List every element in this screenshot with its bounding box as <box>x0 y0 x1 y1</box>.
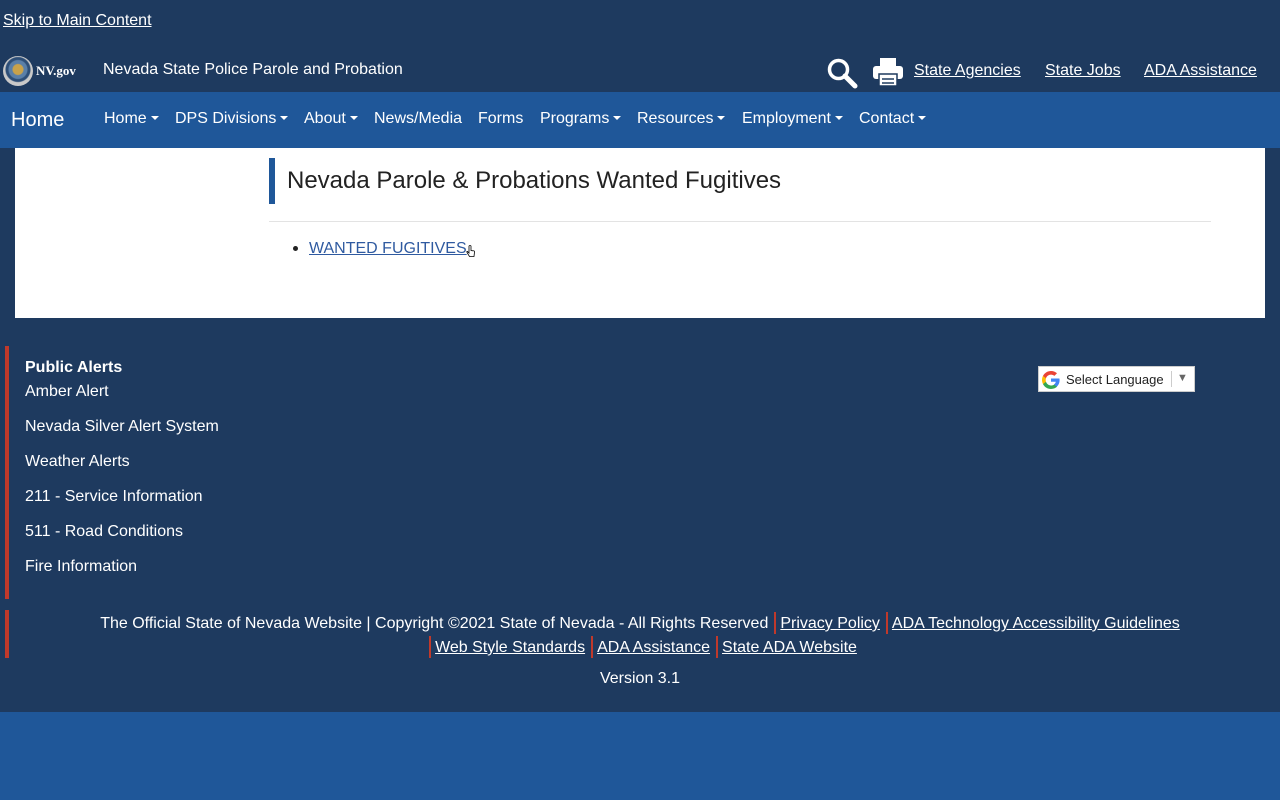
silver-alert-link[interactable]: Nevada Silver Alert System <box>25 418 219 436</box>
nav-item-forms[interactable]: Forms <box>478 110 523 128</box>
nv-gov-logo-text[interactable]: NV.gov <box>36 63 76 79</box>
dropdown-arrow-icon: ▼ <box>1177 372 1188 384</box>
fire-information-link[interactable]: Fire Information <box>25 558 137 576</box>
nav-item-programs[interactable]: Programs <box>540 110 622 128</box>
nav-item-home[interactable]: Home <box>104 110 159 128</box>
caret-down-icon <box>150 116 159 120</box>
version-text: Version 3.1 <box>599 670 681 687</box>
hand-cursor-icon <box>466 245 475 257</box>
site-title: Nevada State Police Parole and Probation <box>103 61 403 78</box>
state-jobs-link[interactable]: State Jobs <box>1045 62 1121 80</box>
main-wrapper: Nevada Parole & Probations Wanted Fugiti… <box>0 148 1280 318</box>
road-conditions-511-link[interactable]: 511 - Road Conditions <box>25 523 183 541</box>
search-icon[interactable] <box>826 57 858 89</box>
nav-item-news-media[interactable]: News/Media <box>374 110 462 128</box>
nav-item-contact[interactable]: Contact <box>859 110 927 128</box>
caret-down-icon <box>349 116 358 120</box>
caret-down-icon <box>918 116 927 120</box>
nav-item-employment[interactable]: Employment <box>742 110 843 128</box>
main-content: Nevada Parole & Probations Wanted Fugiti… <box>15 148 1265 318</box>
caret-down-icon <box>834 116 843 120</box>
link-separator <box>885 612 888 634</box>
amber-alert-link[interactable]: Amber Alert <box>25 383 109 401</box>
ada-tech-guidelines-link[interactable]: ADA Technology Accessibility Guidelines <box>892 615 1180 632</box>
copyright-row: The Official State of Nevada Website | C… <box>0 612 1280 634</box>
language-select-label: Select Language <box>1066 372 1164 387</box>
top-header: Skip to Main Content NV.gov Nevada State… <box>0 0 1280 92</box>
caret-down-icon <box>613 116 622 120</box>
public-alerts-title: Public Alerts <box>25 359 123 376</box>
page-title: Nevada Parole & Probations Wanted Fugiti… <box>287 167 782 194</box>
service-211-link[interactable]: 211 - Service Information <box>25 488 203 506</box>
heading-accent-bar <box>269 158 275 204</box>
wanted-fugitives-link[interactable]: WANTED FUGITIVES <box>309 240 467 258</box>
print-icon[interactable] <box>872 57 904 87</box>
web-style-standards-link[interactable]: Web Style Standards <box>435 639 585 656</box>
state-agencies-link[interactable]: State Agencies <box>914 62 1021 80</box>
nav-brand-home[interactable]: Home <box>11 109 64 132</box>
privacy-policy-link[interactable]: Privacy Policy <box>780 615 880 632</box>
ada-assistance-footer-link[interactable]: ADA Assistance <box>597 639 710 656</box>
link-separator <box>591 636 594 658</box>
alerts-accent-bar <box>5 346 9 599</box>
google-g-icon <box>1042 371 1060 389</box>
copyright-text: The Official State of Nevada Website | C… <box>100 615 769 632</box>
link-separator <box>429 636 432 658</box>
ada-assistance-header-link[interactable]: ADA Assistance <box>1144 62 1257 80</box>
language-select[interactable]: Select Language ▼ <box>1038 366 1195 392</box>
main-navigation: Home Home DPS Divisions About News/Media… <box>0 92 1280 148</box>
state-ada-website-link[interactable]: State ADA Website <box>722 639 857 656</box>
footer: Public Alerts Amber Alert Nevada Silver … <box>0 318 1280 712</box>
nevada-seal-icon[interactable] <box>3 56 33 86</box>
footer-links-row: Web Style Standards ADA Assistance State A… <box>0 636 1280 658</box>
weather-alerts-link[interactable]: Weather Alerts <box>25 453 130 471</box>
language-select-divider <box>1171 371 1172 387</box>
nav-item-dps-divisions[interactable]: DPS Divisions <box>175 110 289 128</box>
skip-to-main-link[interactable]: Skip to Main Content <box>3 12 152 30</box>
nav-item-resources[interactable]: Resources <box>637 110 726 128</box>
divider <box>269 221 1211 222</box>
link-separator <box>774 612 777 634</box>
list-bullet <box>293 246 298 251</box>
caret-down-icon <box>717 116 726 120</box>
caret-down-icon <box>280 116 289 120</box>
nav-item-about[interactable]: About <box>304 110 358 128</box>
link-separator <box>716 636 719 658</box>
